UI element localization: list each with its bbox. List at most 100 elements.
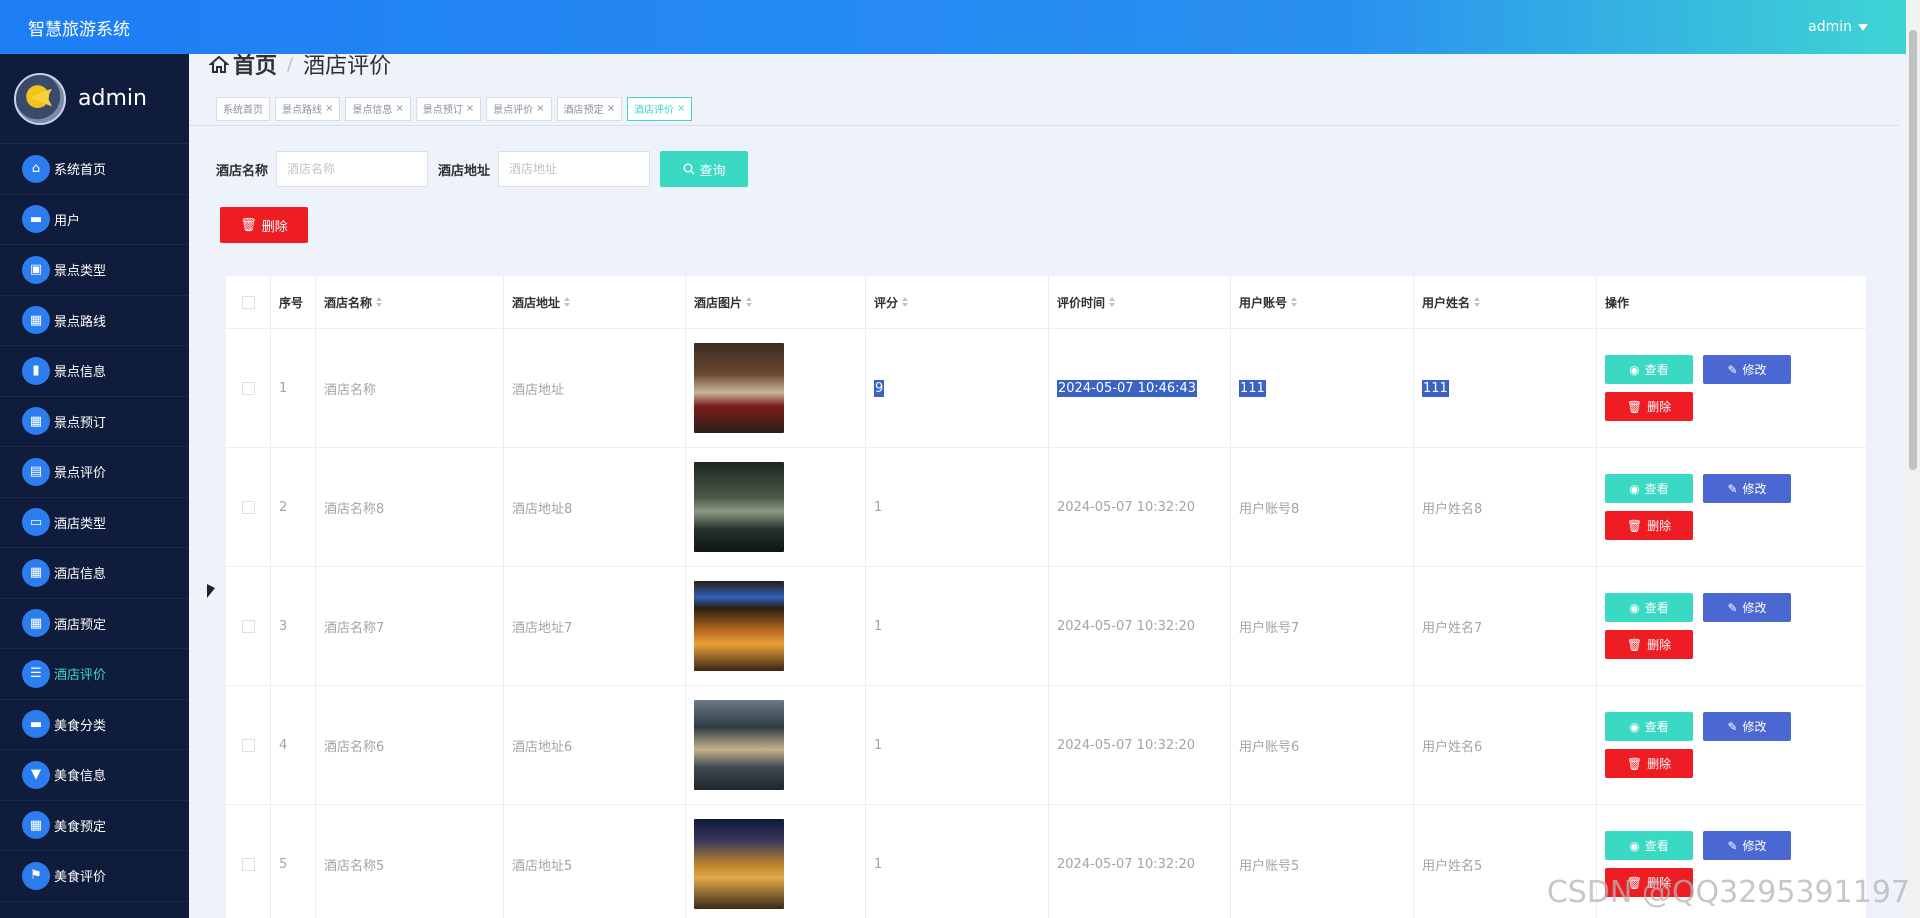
hotel-name-cell: 酒店名称5 bbox=[316, 805, 504, 918]
edit-button[interactable]: ✎ 修改 bbox=[1703, 474, 1791, 503]
tab-tag-7[interactable]: 酒店评价 × bbox=[626, 96, 693, 121]
column-header[interactable]: 评价时间 bbox=[1049, 276, 1231, 328]
tab-tag-4[interactable]: 景点预订 × bbox=[415, 96, 482, 121]
tab-tag-3[interactable]: 景点信息 × bbox=[345, 96, 411, 121]
row-checkbox[interactable] bbox=[241, 738, 255, 752]
column-header[interactable]: 酒店名称 bbox=[316, 276, 504, 328]
sort-icon[interactable] bbox=[902, 297, 909, 307]
close-icon[interactable]: × bbox=[325, 103, 333, 114]
hotel-image-cell bbox=[686, 686, 866, 804]
sort-icon[interactable] bbox=[564, 297, 571, 307]
row-index-cell: 3 bbox=[271, 567, 316, 685]
page-scrollbar[interactable] bbox=[1906, 0, 1920, 918]
sort-icon[interactable] bbox=[1291, 297, 1298, 307]
profile-name: admin bbox=[78, 86, 147, 111]
close-icon[interactable]: × bbox=[395, 103, 403, 114]
delete-button[interactable]: 🗑 删除 bbox=[1605, 511, 1693, 540]
view-button[interactable]: ◉ 查看 bbox=[1605, 355, 1693, 384]
column-header[interactable]: 酒店图片 bbox=[686, 276, 866, 328]
sidebar-item-5[interactable]: ▮ 景点信息 bbox=[0, 346, 189, 397]
sidebar-item-9[interactable]: ▦ 酒店信息 bbox=[0, 548, 189, 599]
view-button[interactable]: ◉ 查看 bbox=[1605, 831, 1693, 860]
sidebar-item-13[interactable]: ▼ 美食信息 bbox=[0, 750, 189, 801]
select-all-cell bbox=[226, 276, 271, 328]
sort-icon[interactable] bbox=[376, 297, 383, 307]
column-header[interactable]: 用户姓名 bbox=[1414, 276, 1597, 328]
user-menu[interactable]: admin bbox=[1808, 19, 1868, 35]
avatar[interactable] bbox=[14, 72, 66, 125]
trash-icon: 🗑 bbox=[1626, 518, 1643, 533]
delete-button[interactable]: 🗑 删除 bbox=[1605, 630, 1693, 659]
tab-tag-5[interactable]: 景点评价 × bbox=[486, 96, 552, 121]
hotel-evening-photo[interactable] bbox=[694, 819, 784, 909]
review-time: 2024-05-07 10:32:20 bbox=[1057, 499, 1196, 515]
close-icon[interactable]: × bbox=[677, 103, 685, 114]
column-header[interactable]: 用户账号 bbox=[1231, 276, 1414, 328]
sidebar-item-2[interactable]: ▬ 用户 bbox=[0, 195, 189, 245]
user-name: 用户姓名8 bbox=[1422, 501, 1483, 517]
select-all-checkbox[interactable] bbox=[241, 295, 255, 309]
hotel-facade-photo[interactable] bbox=[694, 700, 784, 790]
sidebar-item-1[interactable]: ⌂ 系统首页 bbox=[0, 144, 189, 195]
delete-button[interactable]: 🗑 删除 bbox=[1605, 392, 1693, 421]
sidebar-item-7[interactable]: ▤ 景点评价 bbox=[0, 447, 189, 498]
column-header[interactable]: 酒店地址 bbox=[504, 276, 686, 328]
tab-tag-6[interactable]: 酒店预定 × bbox=[556, 96, 622, 121]
close-icon[interactable]: × bbox=[536, 103, 544, 114]
view-button[interactable]: ◉ 查看 bbox=[1605, 593, 1693, 622]
hotel-room-photo[interactable] bbox=[694, 343, 784, 433]
sidebar-item-6[interactable]: ▦ 景点预订 bbox=[0, 397, 189, 447]
hotel-address-label: 酒店地址 bbox=[438, 163, 491, 179]
sort-icon[interactable] bbox=[746, 297, 753, 307]
search-button[interactable]: 查询 bbox=[660, 151, 749, 187]
close-icon[interactable]: × bbox=[607, 103, 615, 114]
rating-cell: 1 bbox=[866, 567, 1049, 685]
reviews-table: 序号 酒店名称 酒店地址 酒店图片 评分 评价时间 用户账号 用户姓名 操作 1 酒店名称 酒店地址… bbox=[226, 276, 1866, 918]
tag-label: 景点评价 bbox=[493, 105, 534, 116]
view-button[interactable]: ◉ 查看 bbox=[1605, 474, 1693, 503]
scroll-thumb[interactable] bbox=[1909, 30, 1917, 470]
view-button[interactable]: ◉ 查看 bbox=[1605, 712, 1693, 741]
view-button-label: 查看 bbox=[1644, 482, 1669, 496]
mouse-cursor bbox=[207, 584, 215, 598]
sidebar-item-label: 美食评价 bbox=[54, 870, 107, 886]
tab-tag-1[interactable]: 系统首页 bbox=[216, 96, 270, 121]
table-row: 2 酒店名称8 酒店地址8 1 2024-05-07 10:32:20 用户账号8 用户姓名… bbox=[226, 448, 1866, 567]
actions-cell: ◉ 查看 ✎ 修改 🗑 删除 bbox=[1597, 329, 1866, 447]
user-name-cell: 用户姓名6 bbox=[1414, 686, 1597, 804]
sidebar-item-12[interactable]: ▬ 美食分类 bbox=[0, 700, 189, 750]
delete-button[interactable]: 🗑 删除 bbox=[1605, 749, 1693, 778]
sidebar-item-label: 景点预订 bbox=[54, 415, 107, 431]
row-checkbox[interactable] bbox=[241, 500, 255, 514]
sidebar-item-14[interactable]: ▦ 美食预定 bbox=[0, 801, 189, 851]
seven-days-hotel-photo[interactable] bbox=[694, 581, 784, 671]
sidebar-item-3[interactable]: ▣ 景点类型 bbox=[0, 245, 189, 296]
batch-delete-button[interactable]: 🗑 删除 bbox=[220, 207, 308, 243]
edit-button[interactable]: ✎ 修改 bbox=[1703, 712, 1791, 741]
hotel-exterior-night-photo[interactable] bbox=[694, 462, 784, 552]
hotel-address-input[interactable] bbox=[498, 151, 651, 187]
hotel-address: 酒店地址 bbox=[512, 382, 565, 398]
sidebar-item-11[interactable]: ☰ 酒店评价 bbox=[0, 649, 189, 700]
review-time: 2024-05-07 10:32:20 bbox=[1057, 618, 1196, 634]
breadcrumb-home[interactable]: 首页 bbox=[209, 54, 277, 80]
edit-button[interactable]: ✎ 修改 bbox=[1703, 831, 1791, 860]
row-checkbox[interactable] bbox=[241, 619, 255, 633]
hotel-name-input[interactable] bbox=[276, 151, 429, 187]
user-account-cell: 用户账号8 bbox=[1231, 448, 1414, 566]
sort-icon[interactable] bbox=[1474, 297, 1481, 307]
column-header[interactable]: 评分 bbox=[866, 276, 1049, 328]
edit-button[interactable]: ✎ 修改 bbox=[1703, 355, 1791, 384]
main-content: 首页 / 酒店评价 系统首页 景点路线 × 景点信息 × 景点预订 × 景点评价 × 酒店预定 × 酒… bbox=[189, 54, 1899, 918]
sort-icon[interactable] bbox=[1109, 297, 1116, 307]
edit-button[interactable]: ✎ 修改 bbox=[1703, 593, 1791, 622]
close-icon[interactable]: × bbox=[466, 103, 474, 114]
action-row: ◉ 查看 ✎ 修改 bbox=[1605, 474, 1791, 503]
row-checkbox[interactable] bbox=[241, 857, 255, 871]
sidebar-item-8[interactable]: ▭ 酒店类型 bbox=[0, 498, 189, 548]
sidebar-item-10[interactable]: ▦ 酒店预定 bbox=[0, 599, 189, 649]
sidebar-item-4[interactable]: ▦ 景点路线 bbox=[0, 296, 189, 346]
tab-tag-2[interactable]: 景点路线 × bbox=[275, 96, 341, 121]
sidebar-item-15[interactable]: ⚑ 美食评价 bbox=[0, 851, 189, 902]
row-checkbox[interactable] bbox=[241, 381, 255, 395]
